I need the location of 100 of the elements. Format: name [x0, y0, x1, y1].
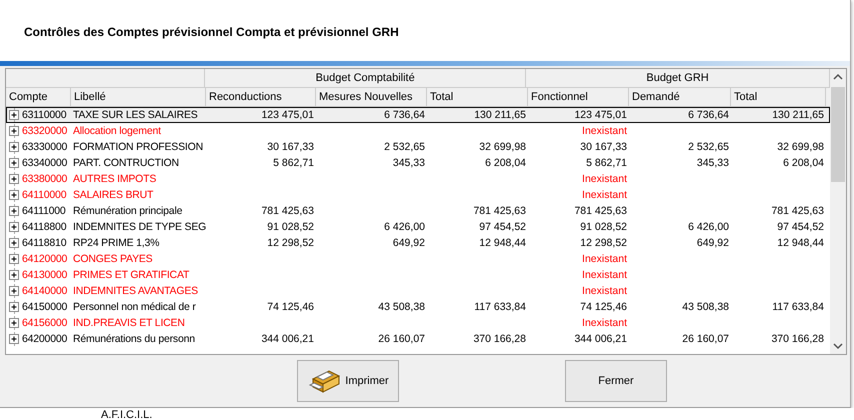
column-header[interactable]: Libellé	[71, 88, 206, 106]
expand-icon[interactable]	[9, 142, 20, 152]
column-header[interactable]: Fonctionnel	[528, 88, 629, 106]
account-code: 64150000	[21, 301, 68, 313]
account-code: 64140000	[21, 285, 68, 297]
column-header[interactable]: Total	[427, 88, 528, 106]
amount: 12 298,52	[267, 237, 314, 249]
expand-icon[interactable]	[9, 222, 20, 232]
column-header[interactable]: Reconductions	[206, 88, 316, 106]
amount: 345,33	[696, 157, 729, 169]
account-code: 63320000	[21, 125, 68, 137]
amount: 26 160,07	[378, 333, 425, 345]
amount: 2 532,65	[384, 141, 425, 153]
account-code: 63110000	[21, 109, 68, 121]
missing-status: Inexistant	[582, 189, 627, 201]
missing-status: Inexistant	[582, 253, 627, 265]
account-label: Rémunérations du personn	[72, 333, 196, 345]
column-header[interactable]: Demandé	[629, 88, 731, 106]
expand-icon[interactable]	[9, 158, 20, 168]
amount: 2 532,65	[688, 141, 729, 153]
amount: 123 475,01	[261, 109, 314, 121]
account-label: INDEMNITES AVANTAGES	[72, 285, 199, 297]
amount: 12 948,44	[479, 237, 526, 249]
column-header[interactable]: Total	[731, 88, 826, 106]
account-code: 63340000	[21, 157, 68, 169]
amount: 32 699,98	[777, 141, 824, 153]
amount: 12 948,44	[777, 237, 824, 249]
missing-status: Inexistant	[582, 173, 627, 185]
account-label: SALAIRES BRUT	[72, 189, 154, 201]
account-code: 64120000	[21, 253, 68, 265]
scroll-thumb[interactable]	[831, 87, 845, 182]
account-code: 63330000	[21, 141, 68, 153]
amount: 370 166,28	[771, 333, 824, 345]
amount: 344 006,21	[574, 333, 627, 345]
expand-icon[interactable]	[9, 254, 20, 264]
account-label: Personnel non médical de r	[72, 301, 197, 313]
amount: 370 166,28	[473, 333, 526, 345]
amount: 12 298,52	[580, 237, 627, 249]
account-code: 64111000	[21, 205, 67, 217]
background-text: A.F.I.C.I.L.	[101, 409, 152, 420]
column-header[interactable]: Compte	[6, 88, 71, 106]
amount: 6 736,64	[688, 109, 729, 121]
expand-icon[interactable]	[9, 126, 20, 136]
account-code: 64156000	[21, 317, 68, 329]
table-row[interactable]: 63110000 TAXE SUR LES SALAIRES 123 475,01 6 736,64 130 211,65 123 475,01 6 736,64 130 211,65	[6, 107, 830, 123]
missing-status: Inexistant	[582, 125, 627, 137]
amount: 130 211,65	[474, 109, 526, 121]
amount: 97 454,52	[479, 221, 526, 233]
expand-icon[interactable]	[9, 302, 20, 312]
expand-icon[interactable]	[9, 174, 20, 184]
amount: 6 426,00	[384, 221, 425, 233]
account-label: PART. CONTRUCTION	[72, 157, 180, 169]
account-label: Rémunération principale	[72, 205, 184, 217]
account-code: 63380000	[21, 173, 68, 185]
scrollbar[interactable]	[830, 69, 846, 354]
amount: 74 125,46	[267, 301, 314, 313]
expand-icon[interactable]	[9, 206, 20, 216]
expand-icon[interactable]	[9, 270, 20, 280]
amount: 43 508,38	[682, 301, 729, 313]
expand-icon[interactable]	[9, 110, 20, 120]
amount: 123 475,01	[574, 109, 627, 121]
amount: 6 736,64	[384, 109, 425, 121]
scroll-up-icon[interactable]	[833, 73, 843, 81]
account-label: Allocation logement	[72, 125, 162, 137]
account-code: 64200000	[21, 333, 68, 345]
account-label: PRIMES ET GRATIFICAT	[72, 269, 190, 281]
amount: 30 167,33	[267, 141, 314, 153]
account-label: IND.PREAVIS ET LICEN	[72, 317, 186, 329]
account-label: INDEMNITES DE TYPE SEG	[72, 221, 208, 233]
amount: 97 454,52	[777, 221, 824, 233]
amount: 781 425,63	[473, 205, 526, 217]
expand-icon[interactable]	[9, 286, 20, 296]
amount: 5 862,71	[586, 157, 627, 169]
scroll-down-icon[interactable]	[833, 342, 843, 350]
amount: 117 633,84	[772, 301, 824, 313]
amount: 74 125,46	[580, 301, 627, 313]
amount: 91 028,52	[580, 221, 627, 233]
print-button[interactable]: Imprimer	[297, 360, 399, 402]
amount: 26 160,07	[682, 333, 729, 345]
amount: 6 208,04	[485, 157, 526, 169]
expand-icon[interactable]	[9, 238, 20, 248]
account-code: 64110000	[21, 189, 68, 201]
amount: 5 862,71	[273, 157, 314, 169]
column-group-header: Budget Comptabilité	[205, 69, 526, 87]
account-label: RP24 PRIME 1,3%	[72, 237, 160, 249]
missing-status: Inexistant	[582, 285, 627, 297]
missing-status: Inexistant	[582, 269, 627, 281]
column-header[interactable]: Mesures Nouvelles	[316, 88, 427, 106]
account-code: 64118800	[21, 221, 68, 233]
amount: 30 167,33	[580, 141, 627, 153]
amount: 345,33	[392, 157, 425, 169]
expand-icon[interactable]	[9, 190, 20, 200]
account-code: 64130000	[21, 269, 68, 281]
expand-icon[interactable]	[9, 318, 20, 328]
amount: 91 028,52	[267, 221, 314, 233]
account-label: CONGES PAYES	[72, 253, 154, 265]
expand-icon[interactable]	[9, 334, 20, 344]
account-label: FORMATION PROFESSION	[72, 141, 204, 153]
amount: 43 508,38	[378, 301, 425, 313]
close-button[interactable]: Fermer	[565, 360, 667, 402]
